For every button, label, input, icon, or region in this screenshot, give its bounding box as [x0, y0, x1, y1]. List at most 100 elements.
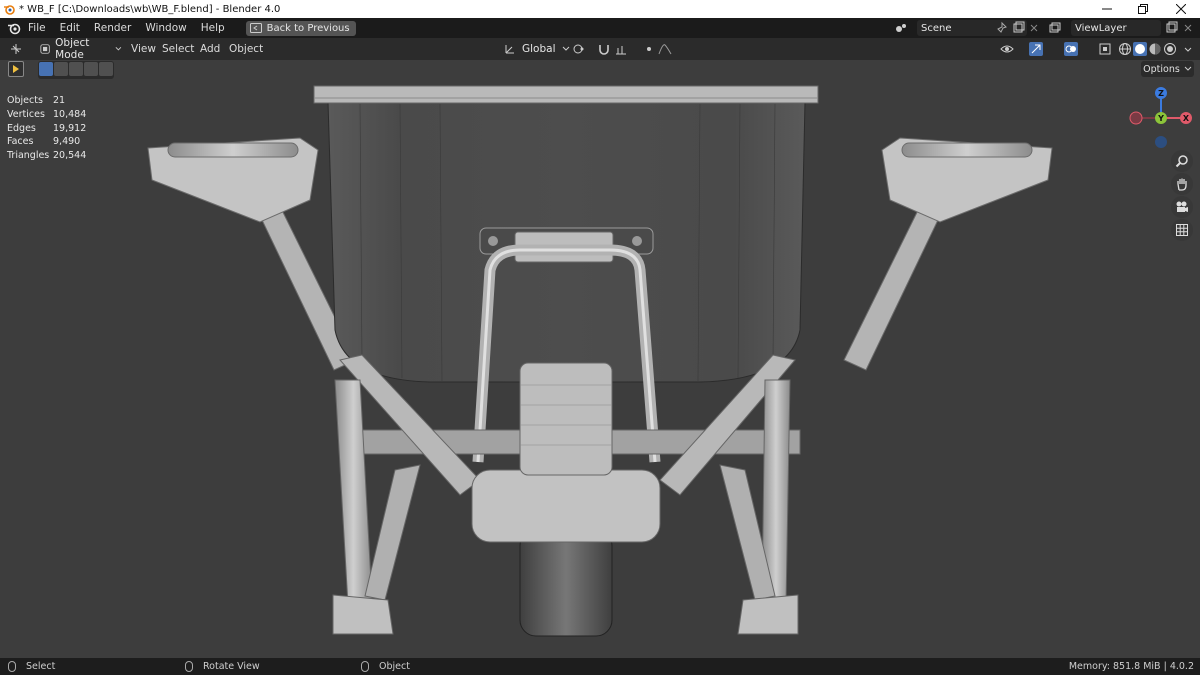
stat-row-edges: Edges 19,912 [7, 122, 86, 136]
wheelbarrow-model [147, 85, 1053, 637]
snap-target-icon[interactable] [614, 42, 628, 56]
stat-label: Faces [7, 136, 34, 148]
status-rotate-label: Rotate View [203, 661, 260, 672]
stat-label: Triangles [7, 150, 50, 162]
select-subtract-mode-button[interactable] [69, 62, 83, 76]
stat-row-vertices: Vertices 10,484 [7, 108, 86, 122]
status-rotate-hint: Rotate View [185, 658, 260, 675]
pivot-point-icon[interactable] [572, 42, 586, 56]
pin-icon[interactable] [995, 21, 1009, 35]
memory-version-readout: Memory: 851.8 MiB | 4.0.2 [1068, 661, 1194, 672]
xray-toggle-icon[interactable] [1098, 42, 1112, 56]
scene-name: Scene [921, 22, 952, 34]
menu-file[interactable]: File [21, 18, 53, 38]
viewport-menu-select[interactable]: Select [162, 38, 194, 60]
tool-settings-row [8, 61, 114, 79]
selection-mode-group [38, 61, 114, 79]
blender-menu-icon[interactable] [7, 21, 21, 35]
camera-view-button[interactable] [1171, 196, 1193, 218]
z-axis-label: Z [1158, 89, 1164, 98]
close-icon [1176, 4, 1186, 14]
back-to-previous-button[interactable]: Back to Previous [245, 20, 356, 36]
delete-view-layer-icon[interactable] [1181, 21, 1195, 35]
close-button[interactable] [1158, 0, 1200, 18]
show-overlays-icon[interactable] [1064, 42, 1078, 56]
select-intersect-mode-button[interactable] [99, 62, 113, 76]
select-tool-button[interactable] [8, 61, 24, 77]
window-title: * WB_F [C:\Downloads\wb\WB_F.blend] - Bl… [19, 3, 281, 15]
perspective-toggle-button[interactable] [1171, 219, 1193, 241]
view-layer-selector[interactable]: ViewLayer [1071, 20, 1161, 36]
navigation-gizmo[interactable]: Z X Y [1126, 84, 1196, 150]
falloff-icon[interactable] [658, 42, 672, 56]
options-label: Options [1143, 63, 1180, 75]
status-object-label: Object [379, 661, 410, 672]
view-layer-icon[interactable] [1048, 21, 1062, 35]
grid-icon [1176, 224, 1188, 236]
view-layer-name: ViewLayer [1075, 22, 1127, 34]
camera-icon [1176, 201, 1188, 212]
new-view-layer-icon[interactable] [1164, 21, 1178, 35]
blender-app: * WB_F [C:\Downloads\wb\WB_F.blend] - Bl… [0, 0, 1200, 675]
x-axis-label: X [1183, 114, 1190, 123]
status-object-hint: Object [361, 658, 410, 675]
stat-value: 21 [53, 95, 66, 106]
material-preview-icon[interactable] [1148, 42, 1162, 56]
back-arrow-icon [249, 23, 262, 33]
rendered-shading-icon[interactable] [1163, 42, 1177, 56]
wireframe-shading-icon[interactable] [1118, 42, 1132, 56]
select-extend-mode-button[interactable] [54, 62, 68, 76]
mouse-right-icon [361, 661, 369, 672]
object-mode-icon [40, 44, 50, 54]
chevron-down-icon [115, 47, 122, 51]
pan-button[interactable] [1171, 173, 1193, 195]
transform-orientation-dropdown[interactable]: Global [503, 41, 570, 57]
select-set-mode-button[interactable] [39, 62, 53, 76]
status-select-hint: Select [8, 658, 55, 675]
mouse-middle-icon [185, 661, 193, 672]
minimize-icon [1102, 8, 1112, 10]
status-select-label: Select [26, 661, 56, 672]
scene-icon[interactable] [894, 21, 908, 35]
snap-icon[interactable] [597, 42, 611, 56]
orientation-icon [505, 45, 514, 54]
menu-edit[interactable]: Edit [53, 18, 87, 38]
3d-viewport[interactable] [0, 60, 1200, 658]
stat-value: 20,544 [53, 150, 87, 162]
viewport-menu-object[interactable]: Object [229, 38, 263, 60]
status-bar: Select Rotate View Object Memory: 851.8 … [0, 658, 1200, 675]
viewport-menu-view[interactable]: View [131, 38, 156, 60]
stat-value: 10,484 [53, 108, 87, 120]
menu-window[interactable]: Window [138, 18, 193, 38]
cursor-arrow-icon [13, 65, 19, 73]
object-mode-dropdown[interactable]: Object Mode [36, 37, 122, 61]
select-invert-mode-button[interactable] [84, 62, 98, 76]
stat-label: Edges [7, 122, 36, 134]
zoom-magnifier-icon [1175, 155, 1188, 168]
viewport-menu-add[interactable]: Add [200, 38, 220, 60]
menu-help[interactable]: Help [194, 18, 232, 38]
y-axis-label: Y [1157, 114, 1164, 123]
stat-label: Vertices [7, 108, 45, 120]
selectability-visibility-icon[interactable] [1000, 42, 1014, 56]
stat-value: 19,912 [53, 122, 87, 134]
shading-options-chevron-icon[interactable] [1181, 42, 1195, 56]
editor-type-icon[interactable] [9, 42, 23, 56]
hand-icon [1177, 178, 1187, 191]
window-titlebar: * WB_F [C:\Downloads\wb\WB_F.blend] - Bl… [0, 0, 1200, 18]
options-dropdown[interactable]: Options [1141, 61, 1194, 77]
stat-row-faces: Faces 9,490 [7, 135, 86, 149]
new-scene-icon[interactable] [1011, 21, 1025, 35]
stat-label: Objects [7, 95, 43, 106]
zoom-button[interactable] [1171, 150, 1193, 172]
menu-render[interactable]: Render [87, 18, 138, 38]
viewport-header: Object Mode View Select Add Object Globa… [0, 37, 1200, 61]
solid-shading-icon[interactable] [1133, 42, 1147, 56]
delete-scene-icon[interactable] [1027, 21, 1041, 35]
chevron-down-icon [562, 46, 569, 51]
show-gizmo-icon[interactable] [1029, 42, 1043, 56]
orientation-label: Global [522, 43, 556, 55]
top-menubar: File Edit Render Window Help Back to Pre… [0, 18, 1200, 38]
proportional-editing-icon[interactable] [642, 42, 656, 56]
stat-row-objects: Objects 21 [7, 94, 86, 108]
